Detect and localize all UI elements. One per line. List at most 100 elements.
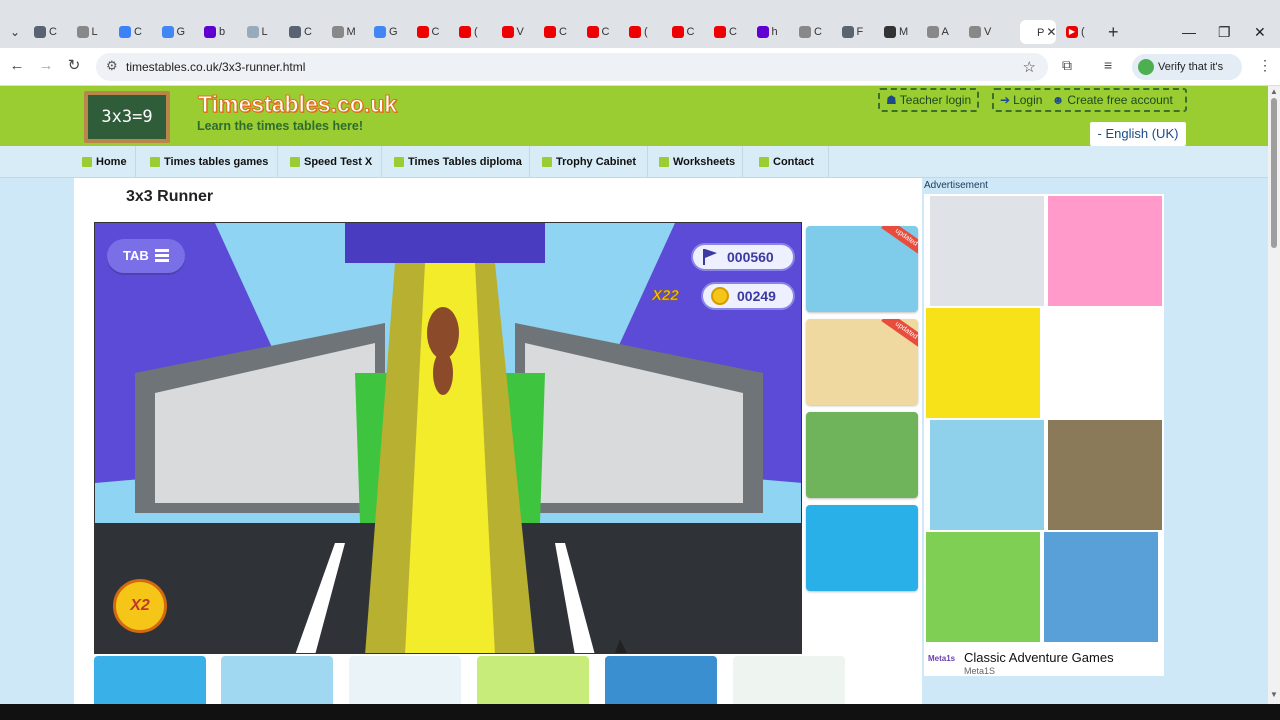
nav-trophy-cabinet[interactable]: Trophy Cabinet [538, 146, 648, 178]
tab-last[interactable]: ▶( [1064, 20, 1104, 44]
tab-label: ( [1081, 26, 1085, 38]
tab-label: C [686, 26, 695, 38]
ad-label: Advertisement [924, 180, 988, 191]
side-game-thumb[interactable]: updated [806, 319, 918, 405]
minimize-icon[interactable]: — [1182, 20, 1196, 44]
scroll-up-icon[interactable]: ▲ [1270, 87, 1278, 96]
game-thumb-arch[interactable] [221, 656, 333, 704]
ad-tile[interactable] [930, 420, 1044, 530]
url-text[interactable]: timestables.co.uk/3x3-runner.html [126, 60, 305, 74]
tab-search-chevron-icon[interactable]: ⌄ [4, 22, 26, 42]
language-selector[interactable]: - English (UK) [1090, 122, 1186, 146]
browser-tab[interactable]: L [75, 20, 115, 44]
tab-favicon: ▶ [1066, 26, 1078, 39]
browser-tab[interactable]: C [797, 20, 837, 44]
browser-tab[interactable]: A [925, 20, 965, 44]
game-thumb-santa[interactable] [349, 656, 461, 704]
game-canvas[interactable]: TAB 000560 X22 00249 X2 [94, 222, 802, 654]
ad-box[interactable]: ▷ ✕ Meta1s Classic Adventure Games Meta1… [924, 194, 1164, 676]
ad-tile[interactable] [926, 532, 1040, 642]
login-signup-group: ➔ Login ☻ Create free account [992, 88, 1187, 112]
tab-label: L [91, 26, 98, 38]
browser-tab[interactable]: M [882, 20, 922, 44]
ad-tile[interactable] [1048, 308, 1162, 418]
scrollbar-thumb[interactable] [1271, 98, 1277, 248]
reload-icon[interactable]: ↻ [64, 56, 84, 76]
browser-tab[interactable]: C [585, 20, 625, 44]
game-thumb-car[interactable] [94, 656, 206, 704]
scroll-down-icon[interactable]: ▼ [1270, 690, 1278, 699]
site-logo[interactable]: 3x3=9 [84, 91, 170, 143]
tab-label: V [516, 26, 524, 38]
nav-diploma[interactable]: Times Tables diploma [390, 146, 530, 178]
browser-tab[interactable]: G [372, 20, 412, 44]
browser-tab[interactable]: C [712, 20, 752, 44]
login-link[interactable]: Login [1013, 93, 1042, 107]
browser-tab[interactable]: G [160, 20, 200, 44]
nav-home[interactable]: Home [78, 146, 136, 178]
ad-tile[interactable] [930, 196, 1044, 306]
tab-favicon [34, 26, 46, 39]
extensions-icon[interactable]: ⧉ [1062, 57, 1072, 74]
tab-strip: ⌄ C L C Gb L C M G C(V C C(C Ch C F M A V P ✕ ▶( + — ❐ ✕ [0, 0, 1280, 48]
game-thumb-santa-2[interactable] [733, 656, 845, 704]
coin-multiplier: X22 [652, 287, 679, 305]
back-icon[interactable]: ← [7, 56, 27, 76]
browser-tab[interactable]: ( [627, 20, 667, 44]
bookmark-star-icon[interactable]: ☆ [1023, 58, 1036, 76]
nav-speed-test[interactable]: Speed Test X [286, 146, 382, 178]
site-title[interactable]: Timestables.co.uk [198, 91, 398, 118]
browser-tab[interactable]: ( [457, 20, 497, 44]
browser-tab[interactable]: C [287, 20, 327, 44]
browser-tab[interactable]: C [542, 20, 582, 44]
browser-tab[interactable]: L [245, 20, 285, 44]
side-game-thumb[interactable]: updated [806, 226, 918, 312]
ad-tile[interactable] [926, 308, 1040, 418]
game-thumb-planet[interactable] [477, 656, 589, 704]
ad-caption[interactable]: Classic Adventure Games [964, 650, 1114, 665]
browser-tab[interactable]: F [840, 20, 880, 44]
page-scrollbar[interactable]: ▲ ▼ [1268, 86, 1280, 704]
browser-tab[interactable]: h [755, 20, 795, 44]
site-info-icon[interactable]: ⚙ [106, 58, 118, 74]
browser-tab[interactable]: V [500, 20, 540, 44]
forward-icon[interactable]: → [36, 56, 56, 76]
address-bar[interactable]: ⚙ timestables.co.uk/3x3-runner.html ☆ [96, 53, 1048, 81]
tab-active[interactable]: P ✕ [1020, 20, 1056, 44]
profile-avatar-icon [1138, 59, 1154, 75]
game-thumb-wizard[interactable] [605, 656, 717, 704]
tab-favicon [671, 26, 684, 39]
create-account-link[interactable]: Create free account [1067, 93, 1172, 107]
tab-label: C [814, 26, 822, 38]
teacher-login-button[interactable]: ☗ Teacher login [878, 88, 980, 112]
close-tab-icon[interactable]: ✕ [1046, 25, 1056, 39]
side-game-thumb[interactable] [806, 412, 918, 498]
side-game-thumb[interactable] [806, 505, 918, 591]
browser-tab[interactable]: b [202, 20, 242, 44]
nav-bullet-icon [290, 157, 300, 167]
nav-contact[interactable]: Contact [755, 146, 829, 178]
nav-worksheets[interactable]: Worksheets [655, 146, 743, 178]
restore-icon[interactable]: ❐ [1218, 20, 1231, 44]
close-window-icon[interactable]: ✕ [1254, 20, 1266, 44]
media-controls-icon[interactable]: ≡ [1104, 57, 1112, 73]
nav-times-tables-games[interactable]: Times tables games [146, 146, 278, 178]
browser-tab[interactable]: C [32, 20, 72, 44]
tab-label: C [304, 26, 312, 38]
browser-tab[interactable]: C [415, 20, 455, 44]
ad-tile[interactable] [1044, 532, 1158, 642]
browser-tab[interactable]: M [330, 20, 370, 44]
profile-button[interactable]: Verify that it's you [1132, 54, 1242, 99]
browser-tab[interactable]: C [117, 20, 157, 44]
teacher-login-label: Teacher login [899, 93, 972, 107]
browser-tab[interactable]: V [967, 20, 1007, 44]
tab-menu-button[interactable]: TAB [107, 239, 185, 273]
browser-menu-icon[interactable]: ⋮ [1258, 57, 1272, 74]
new-tab-icon[interactable]: + [1108, 20, 1119, 44]
ad-tile[interactable] [1048, 196, 1162, 306]
ad-tile[interactable] [1048, 420, 1162, 530]
tab-label: h [771, 26, 778, 38]
tab-favicon [331, 26, 344, 39]
browser-tab[interactable]: C [670, 20, 710, 44]
main-nav: Home Times tables games Speed Test X Tim… [0, 146, 1268, 178]
